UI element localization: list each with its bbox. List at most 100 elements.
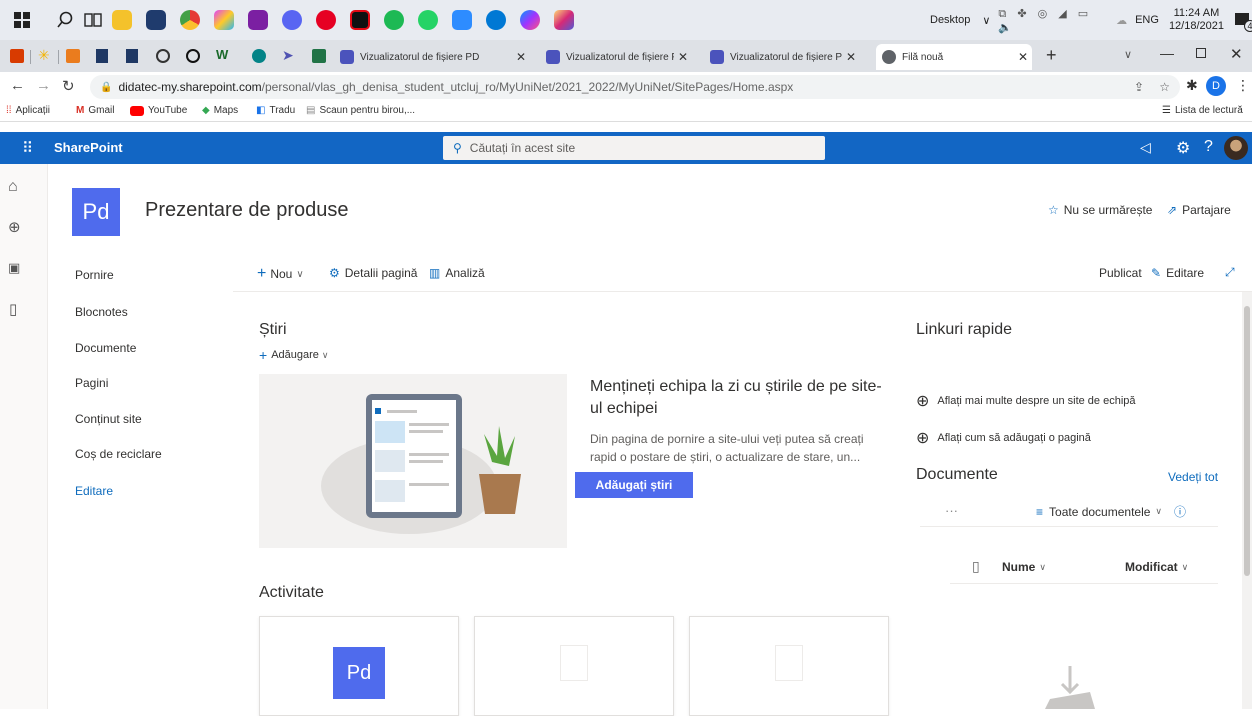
- language-indicator[interactable]: ENG: [1135, 14, 1159, 26]
- tab-new-tab[interactable]: Filă nouă ✕: [876, 44, 1032, 70]
- pinned-tab-sheet-icon[interactable]: [312, 49, 326, 63]
- chrome-icon[interactable]: [180, 10, 200, 30]
- site-title[interactable]: Prezentare de produse: [145, 199, 348, 222]
- messenger-icon[interactable]: [520, 10, 540, 30]
- analytics-button[interactable]: ▥ Analiză: [429, 266, 485, 280]
- file-explorer-icon[interactable]: [112, 10, 132, 30]
- close-window-icon[interactable]: ✕: [1230, 45, 1243, 63]
- extensions-puzzle-icon[interactable]: ✱: [1186, 77, 1198, 94]
- user-avatar[interactable]: [1224, 136, 1248, 160]
- nav-item-notebook[interactable]: Blocnotes: [75, 305, 128, 319]
- quick-link-item[interactable]: ⊕ Aflați mai multe despre un site de ech…: [916, 391, 1136, 411]
- close-icon[interactable]: ✕: [846, 50, 856, 64]
- nav-item-home[interactable]: Pornire: [75, 268, 114, 282]
- task-view-icon[interactable]: [84, 11, 102, 32]
- see-all-link[interactable]: Vedeți tot: [1168, 470, 1218, 484]
- share-button[interactable]: ⇗ Partajare: [1167, 203, 1231, 217]
- url-input[interactable]: 🔒 didatec-my.sharepoint.com /personal/vl…: [90, 75, 1180, 99]
- pinned-tab-doc-icon[interactable]: [126, 49, 138, 63]
- add-news-dropdown[interactable]: + Adăugare ∨: [259, 347, 329, 363]
- clock[interactable]: 11:24 AM 12/18/2021: [1169, 7, 1224, 33]
- reading-list[interactable]: ☰ Lista de lectură: [1162, 105, 1243, 116]
- megaphone-icon[interactable]: ◁: [1140, 139, 1151, 156]
- search-icon[interactable]: [56, 11, 74, 32]
- nav-edit-link[interactable]: Editare: [75, 484, 113, 498]
- pinned-tab-word-icon[interactable]: W: [216, 47, 228, 62]
- pinned-tab-star-icon[interactable]: ✳: [38, 47, 50, 64]
- bookmark-chair[interactable]: ▤ Scaun pentru birou,...: [306, 105, 415, 116]
- close-icon[interactable]: ✕: [678, 50, 688, 64]
- visual-studio-icon[interactable]: [248, 10, 268, 30]
- nav-item-documents[interactable]: Documente: [75, 341, 136, 355]
- whatsapp-icon[interactable]: [418, 10, 438, 30]
- column-header-modified[interactable]: Modificat ∨: [1125, 560, 1188, 574]
- column-header-name[interactable]: Nume ∨: [1002, 560, 1046, 574]
- nav-item-site-contents[interactable]: Conținut site: [75, 412, 142, 426]
- news-icon[interactable]: ▣: [8, 260, 20, 276]
- settings-gear-icon[interactable]: ⚙: [1176, 138, 1190, 158]
- expand-icon[interactable]: ⤢: [1225, 265, 1235, 280]
- site-logo[interactable]: Pd: [72, 188, 120, 236]
- activity-card[interactable]: [474, 616, 674, 716]
- minimize-icon[interactable]: —: [1160, 45, 1174, 61]
- app-launcher-waffle-icon[interactable]: ⠿: [22, 139, 33, 157]
- system-tray-icons[interactable]: ⧉ ✤ ◎ ◢ ▭ 🔈: [998, 7, 1108, 34]
- site-search-input[interactable]: ⚲ Căutați în acest site: [443, 136, 825, 160]
- lock-icon[interactable]: 🔒: [100, 82, 112, 93]
- instagram-icon[interactable]: [554, 10, 574, 30]
- pinned-tab-sharepoint-icon[interactable]: [252, 49, 266, 63]
- discord-icon[interactable]: [282, 10, 302, 30]
- quick-link-item[interactable]: ⊕ Aflați cum să adăugați o pagină: [916, 428, 1091, 448]
- reload-icon[interactable]: ↻: [62, 77, 75, 95]
- pinterest-icon[interactable]: [316, 10, 336, 30]
- zoom-icon[interactable]: [452, 10, 472, 30]
- bookmark-gmail[interactable]: M Gmail: [76, 105, 114, 116]
- restore-icon[interactable]: [1196, 48, 1206, 58]
- more-options-icon[interactable]: ···: [945, 503, 958, 518]
- store-icon[interactable]: [146, 10, 166, 30]
- page-details-button[interactable]: ⚙ Detalii pagină: [329, 266, 417, 280]
- spotify-icon[interactable]: [384, 10, 404, 30]
- back-arrow-icon[interactable]: ←: [10, 77, 25, 94]
- close-icon[interactable]: ✕: [516, 50, 526, 64]
- follow-button[interactable]: ☆ Nu se urmărește: [1048, 203, 1152, 217]
- pinned-tab-office-icon[interactable]: [10, 49, 24, 63]
- forward-arrow-icon[interactable]: →: [36, 77, 51, 94]
- globe-icon[interactable]: ⊕: [8, 218, 21, 236]
- scrollbar-thumb[interactable]: [1244, 306, 1250, 576]
- tab-pdf-viewer-3[interactable]: Vizualizatorul de fișiere PD ✕: [710, 44, 866, 70]
- bookmark-translate[interactable]: ◧ Tradu: [256, 105, 295, 116]
- page-scrollbar[interactable]: [1242, 292, 1252, 709]
- bookmark-star-icon[interactable]: ☆: [1159, 80, 1170, 94]
- tab-search-chevron-icon[interactable]: ∨: [1124, 48, 1132, 61]
- app-colorful-icon[interactable]: [214, 10, 234, 30]
- browser-menu-icon[interactable]: ⋮: [1236, 77, 1250, 94]
- activity-card[interactable]: Pd: [259, 616, 459, 716]
- notification-icon[interactable]: 4: [1234, 11, 1252, 32]
- tab-pdf-viewer-1[interactable]: Vizualizatorul de fișiere PD ✕: [340, 44, 536, 70]
- tab-pdf-viewer-2[interactable]: Vizualizatorul de fișiere PD ✕: [546, 44, 698, 70]
- home-icon[interactable]: ⌂: [8, 178, 18, 196]
- share-icon[interactable]: ⇪: [1134, 80, 1144, 94]
- pinned-tab-orange-icon[interactable]: [66, 49, 80, 63]
- bookmark-apps[interactable]: ⁞⁞ Aplicații: [6, 105, 50, 116]
- document-icon[interactable]: ▯: [9, 300, 17, 318]
- info-icon[interactable]: ⓘ: [1174, 503, 1186, 520]
- pinned-tab-arrow-icon[interactable]: ➤: [282, 47, 294, 64]
- activity-card[interactable]: [689, 616, 889, 716]
- sharepoint-app-name[interactable]: SharePoint: [54, 140, 123, 155]
- profile-avatar[interactable]: D: [1206, 76, 1226, 96]
- bookmark-youtube[interactable]: YouTube: [130, 105, 187, 116]
- close-icon[interactable]: ✕: [1018, 50, 1028, 64]
- view-selector[interactable]: ≡ Toate documentele ∨ ⓘ: [1036, 503, 1186, 520]
- nav-item-recycle-bin[interactable]: Coș de reciclare: [75, 447, 162, 461]
- new-button[interactable]: + Nou ∨: [257, 265, 304, 283]
- pinned-tab-github-icon[interactable]: [186, 49, 200, 63]
- add-news-button[interactable]: Adăugați știri: [575, 472, 693, 498]
- windows-start-icon[interactable]: [14, 12, 30, 28]
- chevron-down-icon[interactable]: ∨: [982, 14, 990, 27]
- help-question-icon[interactable]: ?: [1204, 138, 1213, 156]
- bookmark-maps[interactable]: ◆ Maps: [202, 105, 238, 116]
- desktop-toolbar-label[interactable]: Desktop: [930, 14, 970, 26]
- pinned-tab-circle-icon[interactable]: [156, 49, 170, 63]
